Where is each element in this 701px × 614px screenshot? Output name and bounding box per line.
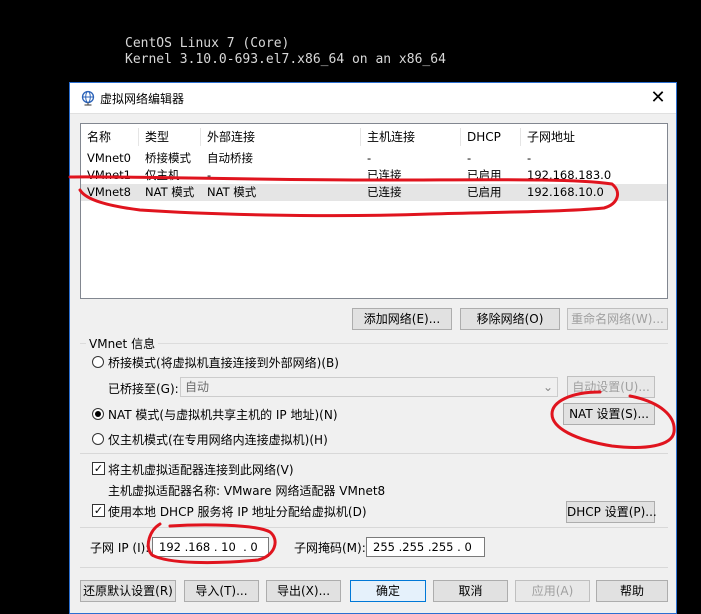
console-line-os: CentOS Linux 7 (Core) bbox=[125, 36, 290, 51]
divider bbox=[80, 527, 668, 528]
subnet-ip-label: 子网 IP (I): bbox=[90, 541, 150, 555]
connect-adapter-label[interactable]: 将主机虚拟适配器连接到此网络(V) bbox=[108, 461, 294, 478]
import-button[interactable]: 导入(T)... bbox=[184, 580, 259, 602]
cell-subnet: - bbox=[527, 151, 532, 165]
cell-name: VMnet8 bbox=[87, 185, 131, 199]
help-button[interactable]: 帮助 bbox=[596, 580, 668, 602]
network-list-header: 名称 类型 外部连接 主机连接 DHCP 子网地址 bbox=[81, 124, 667, 150]
nat-mode-label[interactable]: NAT 模式(与虚拟机共享主机的 IP 地址)(N) bbox=[108, 406, 338, 423]
cell-name: VMnet1 bbox=[87, 168, 131, 182]
cell-external: 自动桥接 bbox=[207, 151, 253, 165]
chevron-down-icon: ⌄ bbox=[542, 380, 553, 394]
cell-subnet: 192.168.10.0 bbox=[527, 185, 604, 199]
column-header-name[interactable]: 名称 bbox=[81, 128, 139, 146]
column-header-subnet[interactable]: 子网地址 bbox=[521, 128, 667, 146]
cell-external: NAT 模式 bbox=[207, 185, 257, 199]
bridged-to-select[interactable]: 自动 ⌄ bbox=[180, 377, 558, 397]
window-title: 虚拟网络编辑器 bbox=[100, 92, 185, 106]
cell-subnet: 192.168.183.0 bbox=[527, 168, 612, 182]
add-network-button[interactable]: 添加网络(E)... bbox=[352, 308, 452, 330]
subnet-ip-input[interactable]: 192 .168 . 10 . 0 bbox=[152, 537, 269, 557]
host-only-mode-label[interactable]: 仅主机模式(在专用网络内连接虚拟机)(H) bbox=[108, 431, 328, 448]
nat-mode-radio[interactable] bbox=[92, 408, 104, 420]
subnet-mask-input[interactable]: 255 .255 .255 . 0 bbox=[366, 537, 485, 557]
ok-button[interactable]: 确定 bbox=[350, 580, 426, 602]
table-row[interactable]: VMnet1 仅主机... - 已连接 已启用 192.168.183.0 bbox=[81, 167, 667, 184]
dhcp-settings-button[interactable]: DHCP 设置(P)... bbox=[566, 501, 657, 523]
cell-external: - bbox=[207, 168, 212, 182]
network-globe-icon bbox=[81, 90, 95, 106]
export-button[interactable]: 导出(X)... bbox=[266, 580, 341, 602]
cell-dhcp: - bbox=[467, 151, 472, 165]
cell-type: 仅主机... bbox=[145, 168, 191, 182]
vmnet-info-label: VMnet 信息 bbox=[86, 335, 159, 352]
dhcp-label[interactable]: 使用本地 DHCP 服务将 IP 地址分配给虚拟机(D) bbox=[108, 503, 367, 520]
subnet-mask-label: 子网掩码(M): bbox=[294, 541, 366, 555]
cell-dhcp: 已启用 bbox=[467, 168, 502, 182]
dhcp-checkbox[interactable]: ✓ bbox=[92, 504, 105, 517]
column-header-host[interactable]: 主机连接 bbox=[361, 128, 461, 146]
cell-type: NAT 模式 bbox=[145, 185, 195, 199]
column-header-type[interactable]: 类型 bbox=[139, 128, 201, 146]
rename-network-button[interactable]: 重命名网络(W)... bbox=[567, 308, 668, 330]
bridged-to-value: 自动 bbox=[185, 380, 210, 394]
connect-adapter-checkbox[interactable]: ✓ bbox=[92, 462, 105, 475]
divider bbox=[80, 453, 668, 454]
cell-host: - bbox=[367, 151, 372, 165]
virtual-network-editor-dialog: 虚拟网络编辑器 ✕ 名称 类型 外部连接 主机连接 DHCP 子网地址 VMne… bbox=[69, 82, 677, 614]
cell-type: 桥接模式 bbox=[145, 151, 191, 165]
table-row-selected[interactable]: VMnet8 NAT 模式 NAT 模式 已连接 已启用 192.168.10.… bbox=[81, 184, 667, 201]
close-icon[interactable]: ✕ bbox=[646, 86, 670, 110]
cell-host: 已连接 bbox=[367, 185, 402, 199]
title-bar: 虚拟网络编辑器 ✕ bbox=[70, 83, 676, 114]
console-line-kernel: Kernel 3.10.0-693.el7.x86_64 on an x86_6… bbox=[125, 52, 446, 67]
cell-name: VMnet0 bbox=[87, 151, 131, 165]
table-row[interactable]: VMnet0 桥接模式 自动桥接 - - - bbox=[81, 150, 667, 167]
bridged-to-label: 已桥接至(G): bbox=[108, 382, 179, 396]
cell-dhcp: 已启用 bbox=[467, 185, 502, 199]
nat-settings-button[interactable]: NAT 设置(S)... bbox=[563, 403, 655, 425]
restore-defaults-button[interactable]: 还原默认设置(R) bbox=[80, 580, 176, 602]
divider bbox=[80, 567, 668, 568]
cancel-button[interactable]: 取消 bbox=[433, 580, 508, 602]
adapter-name-label: 主机虚拟适配器名称: VMware 网络适配器 VMnet8 bbox=[108, 484, 386, 498]
column-header-external[interactable]: 外部连接 bbox=[201, 128, 361, 146]
bridged-mode-radio[interactable] bbox=[92, 356, 104, 368]
apply-button[interactable]: 应用(A) bbox=[515, 580, 590, 602]
bridged-mode-label[interactable]: 桥接模式(将虚拟机直接连接到外部网络)(B) bbox=[108, 354, 339, 371]
host-only-mode-radio[interactable] bbox=[92, 433, 104, 445]
remove-network-button[interactable]: 移除网络(O) bbox=[460, 308, 560, 330]
network-list[interactable]: 名称 类型 外部连接 主机连接 DHCP 子网地址 VMnet0 桥接模式 自动… bbox=[80, 123, 668, 299]
column-header-dhcp[interactable]: DHCP bbox=[461, 128, 521, 146]
terminal-console: CentOS Linux 7 (Core) Kernel 3.10.0-693.… bbox=[125, 36, 446, 68]
cell-host: 已连接 bbox=[367, 168, 402, 182]
auto-settings-button[interactable]: 自动设置(U)... bbox=[567, 376, 655, 398]
